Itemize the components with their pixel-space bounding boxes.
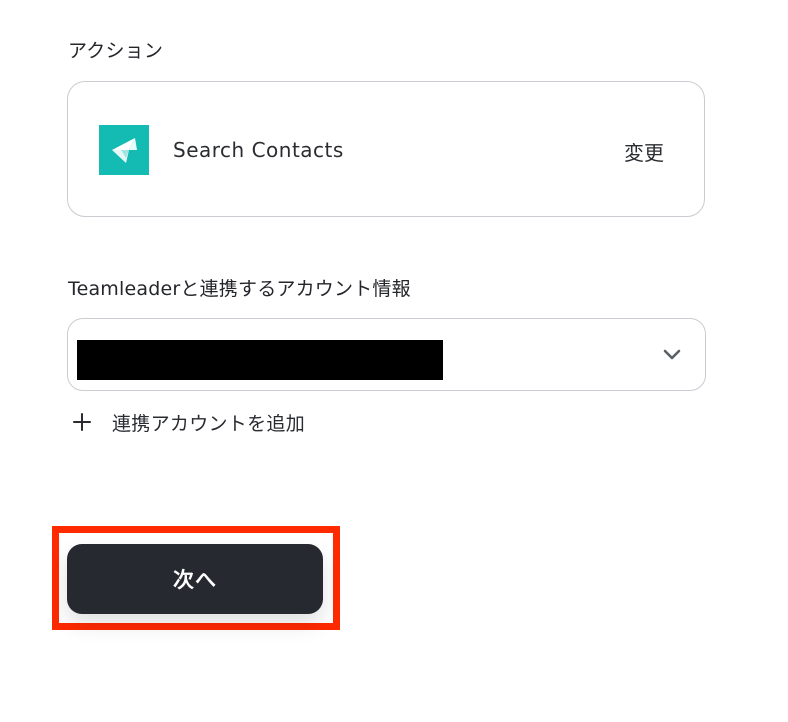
selected-account-redacted (77, 340, 443, 380)
account-section-label: Teamleaderと連携するアカウント情報 (68, 278, 411, 300)
change-action-button[interactable]: 変更 (624, 137, 664, 166)
chevron-down-icon (663, 349, 681, 360)
action-name: Search Contacts (173, 138, 344, 162)
account-select[interactable] (67, 318, 706, 391)
add-account-button[interactable]: 連携アカウントを追加 (72, 408, 305, 436)
add-account-label: 連携アカウントを追加 (112, 412, 306, 435)
teamleader-logo-icon (99, 125, 149, 175)
action-settings-page: アクション Search Contacts 変更 Teamleaderと連携する… (0, 0, 788, 722)
plus-icon (72, 412, 92, 432)
action-section-label: アクション (68, 40, 164, 62)
next-button[interactable]: 次へ (67, 544, 323, 614)
action-card: Search Contacts 変更 (67, 81, 705, 217)
